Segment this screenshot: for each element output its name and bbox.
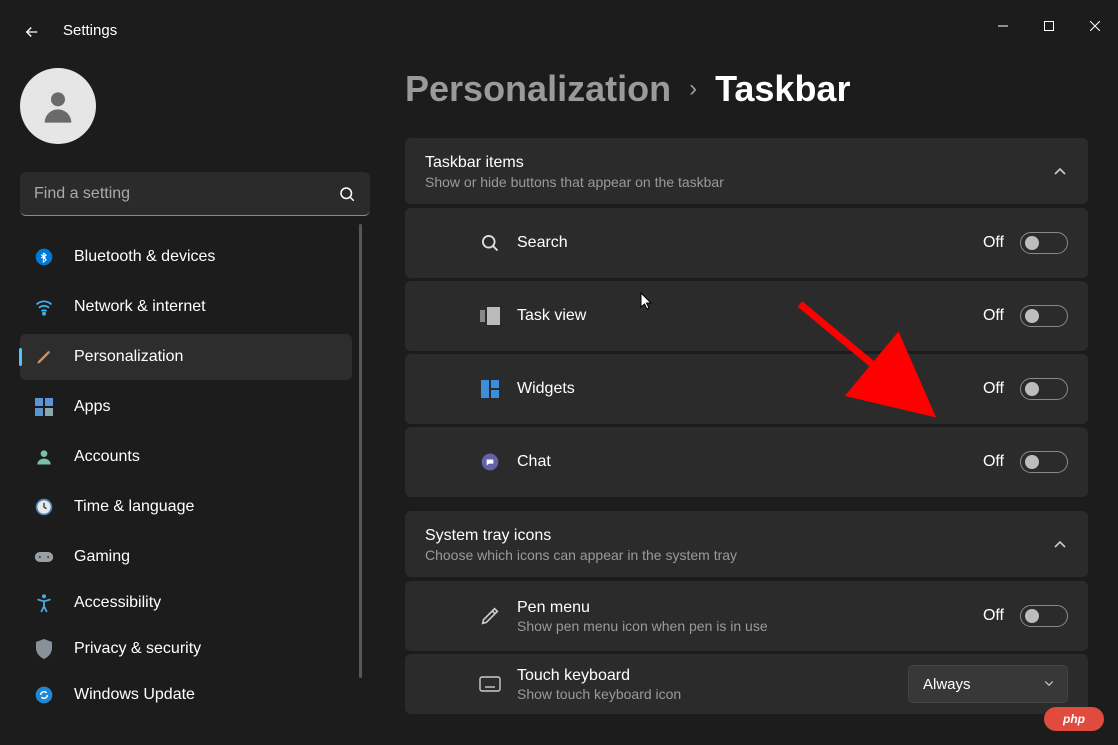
row-sublabel: Show pen menu icon when pen is in use [517, 618, 768, 634]
window-controls [980, 10, 1118, 42]
toggle-state: Off [983, 607, 1004, 625]
row-touch-keyboard: Touch keyboard Show touch keyboard icon … [405, 654, 1088, 714]
search-box[interactable] [20, 172, 370, 216]
sidebar-item-accounts[interactable]: Accounts [20, 434, 352, 480]
nav-label: Network & internet [74, 298, 206, 316]
section-taskbar-items: Taskbar items Show or hide buttons that … [405, 138, 1088, 204]
chevron-right-icon: › [689, 75, 697, 103]
section-header[interactable]: System tray icons Choose which icons can… [405, 511, 1088, 577]
clock-icon [34, 497, 54, 517]
nav-list: Bluetooth & devices Network & internet P… [20, 234, 360, 718]
app-title: Settings [63, 22, 117, 39]
sidebar-item-bluetooth[interactable]: Bluetooth & devices [20, 234, 352, 280]
toggle-chat[interactable] [1020, 451, 1068, 473]
sidebar-item-apps[interactable]: Apps [20, 384, 352, 430]
sidebar-item-accessibility[interactable]: Accessibility [20, 580, 352, 626]
scrollbar[interactable] [359, 224, 362, 678]
nav-label: Gaming [74, 548, 130, 566]
row-pen-menu: Pen menu Show pen menu icon when pen is … [405, 581, 1088, 651]
update-icon [34, 685, 54, 705]
gamepad-icon [34, 547, 54, 567]
apps-icon [34, 397, 54, 417]
toggle-widgets[interactable] [1020, 378, 1068, 400]
nav-label: Bluetooth & devices [74, 248, 215, 266]
taskview-icon [479, 305, 501, 327]
nav-label: Accounts [74, 448, 140, 466]
title-bar: Settings [0, 0, 1118, 48]
search-icon [479, 232, 501, 254]
nav-label: Apps [74, 398, 110, 416]
chevron-down-icon [1043, 676, 1055, 693]
toggle-state: Off [983, 453, 1004, 471]
sidebar-item-time[interactable]: Time & language [20, 484, 352, 530]
row-label: Chat [517, 453, 551, 471]
row-widgets: Widgets Off [405, 354, 1088, 424]
section-title: System tray icons [425, 527, 737, 545]
toggle-state: Off [983, 234, 1004, 252]
search-input[interactable] [34, 185, 338, 203]
sidebar-item-personalization[interactable]: Personalization [20, 334, 352, 380]
section-title: Taskbar items [425, 154, 724, 172]
row-search: Search Off [405, 208, 1088, 278]
nav-label: Privacy & security [74, 640, 201, 658]
person-icon [34, 447, 54, 467]
user-avatar[interactable] [20, 68, 96, 144]
sidebar-item-update[interactable]: Windows Update [20, 672, 352, 718]
section-header[interactable]: Taskbar items Show or hide buttons that … [405, 138, 1088, 204]
section-tray-icons: System tray icons Choose which icons can… [405, 511, 1088, 577]
chevron-up-icon [1052, 537, 1068, 553]
keyboard-icon [479, 673, 501, 695]
row-label: Widgets [517, 380, 575, 398]
row-label: Task view [517, 307, 586, 325]
toggle-pen[interactable] [1020, 605, 1068, 627]
close-button[interactable] [1072, 10, 1118, 42]
toggle-state: Off [983, 307, 1004, 325]
nav-label: Time & language [74, 498, 194, 516]
widgets-icon [479, 378, 501, 400]
toggle-taskview[interactable] [1020, 305, 1068, 327]
select-value: Always [923, 676, 971, 693]
chat-icon [479, 451, 501, 473]
shield-icon [34, 639, 54, 659]
nav-label: Accessibility [74, 594, 161, 612]
toggle-state: Off [983, 380, 1004, 398]
breadcrumb-parent[interactable]: Personalization [405, 68, 671, 110]
wifi-icon [34, 297, 54, 317]
nav-label: Personalization [74, 348, 183, 366]
minimize-button[interactable] [980, 10, 1026, 42]
row-chat: Chat Off [405, 427, 1088, 497]
bluetooth-icon [34, 247, 54, 267]
pen-icon [479, 605, 501, 627]
section-subtitle: Choose which icons can appear in the sys… [425, 547, 737, 563]
row-label: Pen menu [517, 599, 768, 617]
maximize-button[interactable] [1026, 10, 1072, 42]
chevron-up-icon [1052, 164, 1068, 180]
toggle-search[interactable] [1020, 232, 1068, 254]
row-label: Touch keyboard [517, 667, 681, 685]
breadcrumb: Personalization › Taskbar [405, 68, 1088, 110]
row-taskview: Task view Off [405, 281, 1088, 351]
select-touch-keyboard[interactable]: Always [908, 665, 1068, 703]
paintbrush-icon [34, 347, 54, 367]
page-title: Taskbar [715, 68, 850, 110]
sidebar-item-network[interactable]: Network & internet [20, 284, 352, 330]
watermark-badge: php [1044, 707, 1104, 731]
sidebar-item-gaming[interactable]: Gaming [20, 534, 352, 580]
back-button[interactable] [22, 22, 42, 42]
nav-label: Windows Update [74, 686, 195, 704]
sidebar: Bluetooth & devices Network & internet P… [0, 48, 370, 745]
row-label: Search [517, 234, 568, 252]
row-sublabel: Show touch keyboard icon [517, 686, 681, 702]
sidebar-item-privacy[interactable]: Privacy & security [20, 626, 352, 672]
accessibility-icon [34, 593, 54, 613]
main-panel: Personalization › Taskbar Taskbar items … [370, 48, 1118, 745]
section-subtitle: Show or hide buttons that appear on the … [425, 174, 724, 190]
search-icon [338, 185, 356, 203]
